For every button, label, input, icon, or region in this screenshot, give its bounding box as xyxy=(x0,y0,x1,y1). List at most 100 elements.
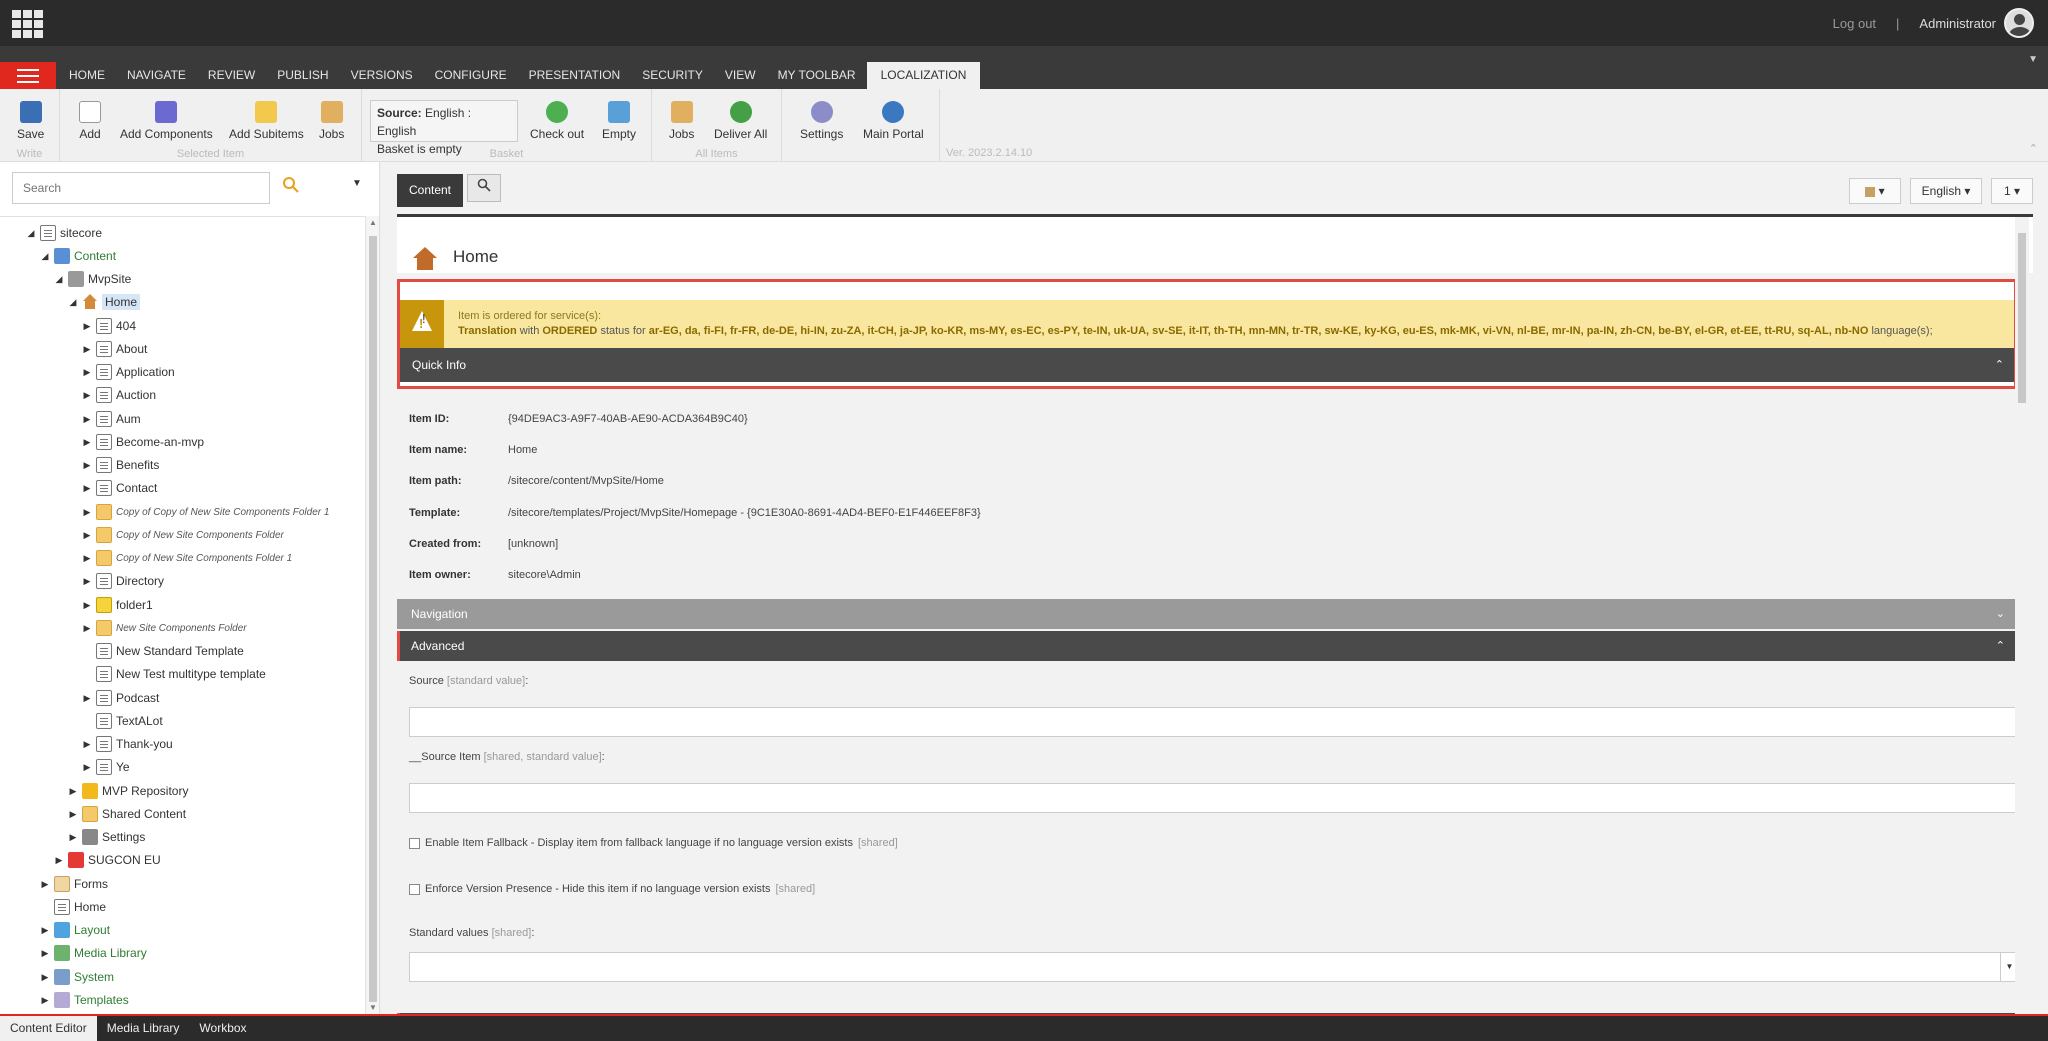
search-icon[interactable] xyxy=(282,176,306,200)
tree-node-directory[interactable]: ▶ Directory xyxy=(80,570,164,592)
save-icon xyxy=(19,101,42,123)
tree-node-copy-folder[interactable]: ▶ Copy of New Site Components Folder 1 xyxy=(80,547,292,569)
content-scrollbar[interactable] xyxy=(2015,217,2029,1014)
translation-warning: ! Item is ordered for service(s): Transl… xyxy=(397,279,2017,389)
group-label: All Items xyxy=(695,148,738,160)
standard-values-select[interactable]: ▼ xyxy=(409,952,2019,982)
chevron-up-icon[interactable]: ⌃ xyxy=(1995,348,2004,382)
tree-node-folder1[interactable]: ▶ folder1 xyxy=(80,594,153,616)
tree-node-auction[interactable]: ▶ Auction xyxy=(80,384,156,406)
tree-node-content[interactable]: ◢ Content xyxy=(38,245,116,267)
app-launcher-icon[interactable] xyxy=(12,10,44,38)
hamburger-menu-icon[interactable] xyxy=(0,62,56,89)
tree-node-textalot[interactable]: TextALot xyxy=(80,710,163,732)
tab-review[interactable]: REVIEW xyxy=(197,62,266,89)
source-label: Source: xyxy=(377,106,422,120)
add-button[interactable]: Add xyxy=(79,101,101,141)
tab-presentation[interactable]: PRESENTATION xyxy=(518,62,632,89)
collapse-ribbon-icon[interactable]: ⌃ xyxy=(2029,142,2038,155)
tree-node-new-standard-template[interactable]: New Standard Template xyxy=(80,640,244,662)
scroll-thumb[interactable] xyxy=(369,236,377,1002)
tree-node-contact[interactable]: ▶ Contact xyxy=(80,477,157,499)
tree-node-about[interactable]: ▶ About xyxy=(80,338,147,360)
tab-security[interactable]: SECURITY xyxy=(631,62,714,89)
tree-node-mvpsite[interactable]: ◢ MvpSite xyxy=(52,268,131,290)
search-input[interactable] xyxy=(12,172,270,204)
fallback-checkbox[interactable] xyxy=(409,837,420,849)
tree-node-shared-content[interactable]: ▶ Shared Content xyxy=(66,803,186,825)
advanced-section-header[interactable]: Advanced ⌃ xyxy=(397,631,2017,661)
tab-localization[interactable]: LOCALIZATION xyxy=(866,62,981,89)
source-item-field[interactable] xyxy=(409,783,2019,813)
chevron-up-icon[interactable]: ⌃ xyxy=(1996,631,2005,661)
tab-content[interactable]: Content xyxy=(397,174,463,207)
tab-publish[interactable]: PUBLISH xyxy=(266,62,339,89)
tab-configure[interactable]: CONFIGURE xyxy=(424,62,518,89)
tree-node-thank-you[interactable]: ▶ Thank-you xyxy=(80,733,173,755)
tree-node-application[interactable]: ▶ Application xyxy=(80,361,175,383)
tree-node-benefits[interactable]: ▶ Benefits xyxy=(80,454,159,476)
tree-node-mvp-repository[interactable]: ▶ MVP Repository xyxy=(66,780,188,802)
fallback-checkbox-row[interactable]: Enable Item Fallback - Display item from… xyxy=(409,837,898,849)
check-out-button[interactable]: Check out xyxy=(530,101,584,141)
tree-node-sitecore[interactable]: ◢ sitecore xyxy=(24,222,102,244)
tree-node-podcast[interactable]: ▶ Podcast xyxy=(80,687,159,709)
tree-node-sugcon-eu[interactable]: ▶ SUGCON EU xyxy=(52,849,161,871)
search-icon[interactable] xyxy=(467,174,501,202)
save-dropdown-button[interactable]: ▾ xyxy=(1849,178,1901,204)
all-jobs-button[interactable]: Jobs xyxy=(669,101,694,141)
enforce-checkbox-row[interactable]: Enforce Version Presence - Hide this ite… xyxy=(409,883,815,895)
save-button[interactable]: Save xyxy=(17,101,44,141)
chevron-down-icon[interactable]: ⌄ xyxy=(1996,599,2005,629)
bottom-taskbar: Content Editor Media Library Workbox xyxy=(0,1014,2048,1041)
tree-node-copy-folder[interactable]: ▶ Copy of New Site Components Folder xyxy=(80,524,284,546)
jobs-button[interactable]: Jobs xyxy=(319,101,344,141)
tree-node-forms[interactable]: ▶ Forms xyxy=(38,873,108,895)
scroll-up-icon[interactable]: ▲ xyxy=(369,218,377,227)
add-subitems-button[interactable]: Add Subitems xyxy=(229,101,304,141)
settings-button[interactable]: Settings xyxy=(800,101,843,141)
tree-node-new-test-multitype[interactable]: New Test multitype template xyxy=(80,663,266,685)
tab-navigate[interactable]: NAVIGATE xyxy=(116,62,197,89)
scroll-down-icon[interactable]: ▼ xyxy=(369,1003,377,1012)
tree-node-settings[interactable]: ▶ Settings xyxy=(66,826,145,848)
tree-node-system[interactable]: ▶ System xyxy=(38,966,114,988)
tree-node-404[interactable]: ▶ 404 xyxy=(80,315,136,337)
tree-node-layout[interactable]: ▶ Layout xyxy=(38,919,110,941)
language-select[interactable]: English ▾ xyxy=(1910,178,1982,204)
logout-link[interactable]: Log out xyxy=(1833,16,1876,31)
tree-node-media-library[interactable]: ▶ Media Library xyxy=(38,942,147,964)
tab-my-toolbar[interactable]: MY TOOLBAR xyxy=(767,62,867,89)
tab-view[interactable]: VIEW xyxy=(714,62,767,89)
taskbar-media-library[interactable]: Media Library xyxy=(97,1016,190,1041)
chevron-down-icon[interactable]: ▼ xyxy=(352,178,362,189)
enforce-checkbox[interactable] xyxy=(409,883,420,895)
tree-node-home[interactable]: ◢ Home xyxy=(66,291,141,313)
source-field[interactable] xyxy=(409,707,2019,737)
tree-node-new-site-components[interactable]: ▶ New Site Components Folder xyxy=(80,617,247,639)
deliver-all-button[interactable]: Deliver All xyxy=(714,101,767,141)
avatar[interactable] xyxy=(2004,8,2034,38)
main-portal-button[interactable]: Main Portal xyxy=(863,101,924,141)
source-label: Source [standard value]: xyxy=(409,675,529,687)
scroll-thumb[interactable] xyxy=(2018,233,2026,403)
navigation-section-header[interactable]: Navigation ⌄ xyxy=(397,599,2017,629)
tree-node-become-an-mvp[interactable]: ▶ Become-an-mvp xyxy=(80,431,204,453)
quick-info-header[interactable]: Quick Info ⌃ xyxy=(400,348,2014,382)
empty-button[interactable]: Empty xyxy=(602,101,636,141)
tree-scrollbar[interactable]: ▲ ▼ xyxy=(365,216,379,1014)
tab-versions[interactable]: VERSIONS xyxy=(340,62,424,89)
taskbar-content-editor[interactable]: Content Editor xyxy=(0,1016,97,1041)
taskbar-workbox[interactable]: Workbox xyxy=(189,1016,256,1041)
version-select[interactable]: 1 ▾ xyxy=(1991,178,2033,204)
tree-node-aum[interactable]: ▶ Aum xyxy=(80,408,141,430)
tab-home[interactable]: HOME xyxy=(58,62,116,89)
tree-search: ▼ xyxy=(12,172,368,204)
tree-node-ye[interactable]: ▶ Ye xyxy=(80,756,130,778)
add-components-button[interactable]: Add Components xyxy=(120,101,213,141)
tree-node-home-root[interactable]: Home xyxy=(38,896,106,918)
collapse-caret-icon[interactable]: ▼ xyxy=(2028,54,2038,65)
tree-node-templates[interactable]: ▶ Templates xyxy=(38,989,129,1011)
tree-node-copy-folder[interactable]: ▶ Copy of Copy of New Site Components Fol… xyxy=(80,501,329,523)
home-icon xyxy=(413,247,437,271)
